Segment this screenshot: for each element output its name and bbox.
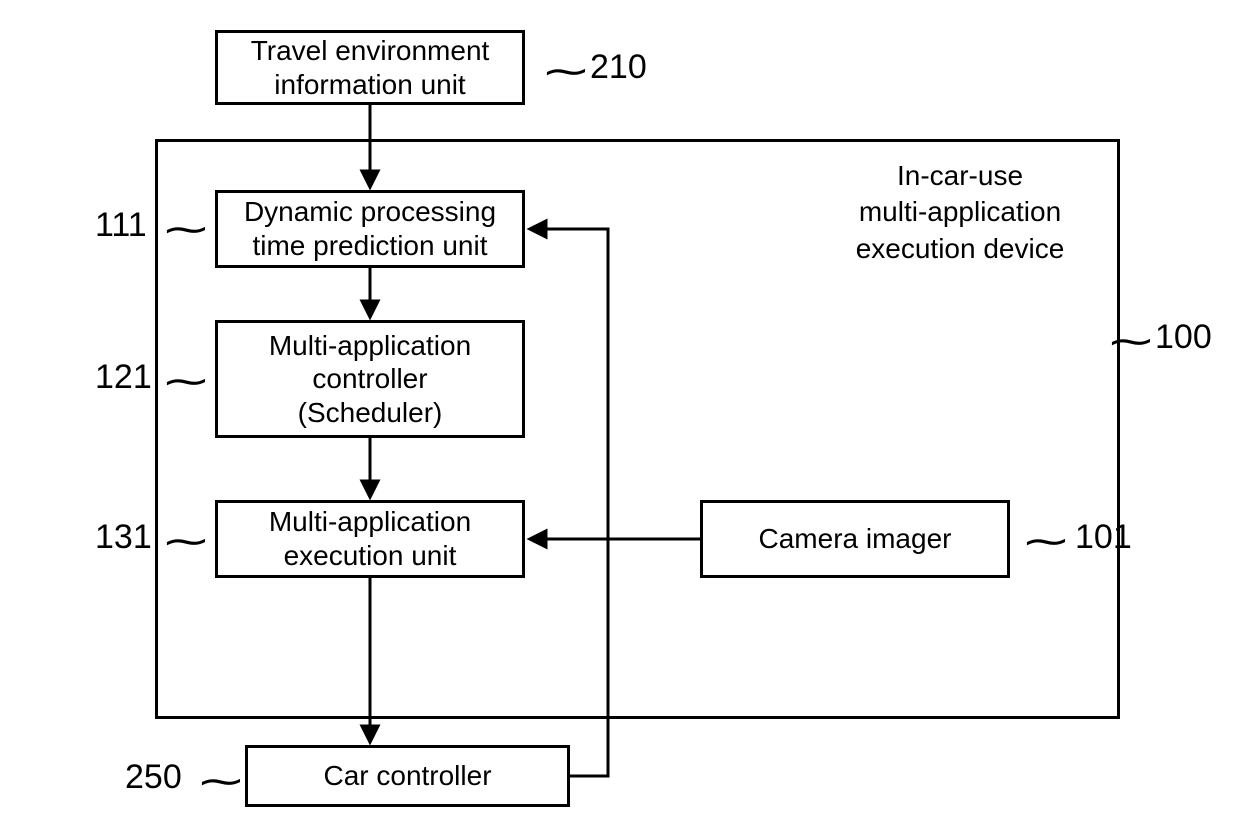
device-label: In-car-usemulti-applicationexecution dev… (820, 158, 1100, 267)
ref-100: 100 (1155, 320, 1212, 354)
tilde-icon: ∼ (160, 211, 211, 249)
ref-101: 101 (1075, 520, 1132, 554)
ref-121: 121 (95, 360, 152, 394)
tilde-icon: ∼ (160, 363, 211, 401)
tilde-icon: ∼ (1105, 323, 1156, 361)
tilde-icon: ∼ (540, 53, 591, 91)
ref-131: 131 (95, 520, 152, 554)
block-car-ctrl: Car controller (245, 745, 570, 807)
ref-250: 250 (125, 760, 182, 794)
block-dynamic-proc: Dynamic processingtime prediction unit (215, 190, 525, 268)
block-multi-exec: Multi-applicationexecution unit (215, 500, 525, 578)
block-travel-env: Travel environmentinformation unit (215, 30, 525, 105)
ref-111: 111 (95, 208, 147, 242)
tilde-icon: ∼ (160, 523, 211, 561)
ref-210: 210 (590, 50, 647, 84)
tilde-icon: ∼ (1020, 523, 1071, 561)
block-camera: Camera imager (700, 500, 1010, 578)
block-multi-ctrl: Multi-applicationcontroller(Scheduler) (215, 320, 525, 438)
tilde-icon: ∼ (195, 763, 246, 801)
